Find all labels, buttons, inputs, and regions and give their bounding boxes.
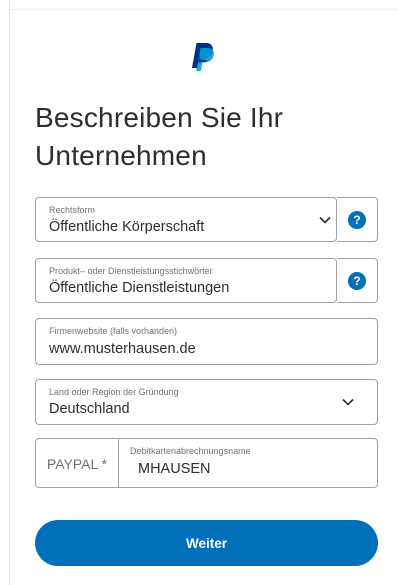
website-value: www.musterhausen.de: [49, 341, 196, 357]
page: Beschreiben Sie Ihr Unternehmen Rechtsfo…: [0, 0, 398, 585]
legal-form-label: Rechtsform: [49, 205, 96, 215]
website-label: Firmenwebsite (falls vorhanden): [49, 326, 178, 336]
page-title: Beschreiben Sie Ihr Unternehmen: [35, 102, 284, 171]
website-field[interactable]: Firmenwebsite (falls vorhanden) www.must…: [35, 318, 378, 365]
help-icon[interactable]: ?: [348, 272, 366, 290]
legal-form-value: Öffentliche Körperschaft: [49, 219, 205, 235]
keywords-help-box: ?: [337, 258, 378, 303]
keywords-field[interactable]: Produkt– oder Dienstleistungsstichwörter…: [35, 258, 337, 303]
prefix-divider: [118, 439, 119, 487]
frame-divider: [9, 0, 10, 585]
frame-divider-top: [9, 9, 398, 10]
legal-form-select[interactable]: Rechtsform Öffentliche Körperschaft: [35, 197, 337, 242]
card-name-field[interactable]: PAYPAL * Debitkartenabrechnungsname MHAU…: [35, 438, 378, 488]
country-label: Land oder Region der Gründung: [49, 387, 179, 397]
keywords-label: Produkt– oder Dienstleistungsstichwörter: [49, 266, 213, 276]
card-name-label: Debitkartenabrechnungsname: [130, 446, 251, 456]
legal-form-help-box: ?: [337, 197, 378, 242]
card-name-prefix: PAYPAL *: [46, 456, 108, 472]
chevron-down-icon: [342, 398, 354, 406]
help-icon[interactable]: ?: [348, 211, 366, 229]
keywords-value: Öffentliche Dienstleistungen: [49, 280, 230, 296]
chevron-down-icon: [319, 216, 331, 224]
country-value: Deutschland: [49, 401, 130, 417]
card-name-value: MHAUSEN: [138, 461, 211, 477]
country-select[interactable]: Land oder Region der Gründung Deutschlan…: [35, 379, 378, 425]
paypal-logo: [192, 43, 214, 71]
continue-button[interactable]: Weiter: [35, 520, 378, 566]
